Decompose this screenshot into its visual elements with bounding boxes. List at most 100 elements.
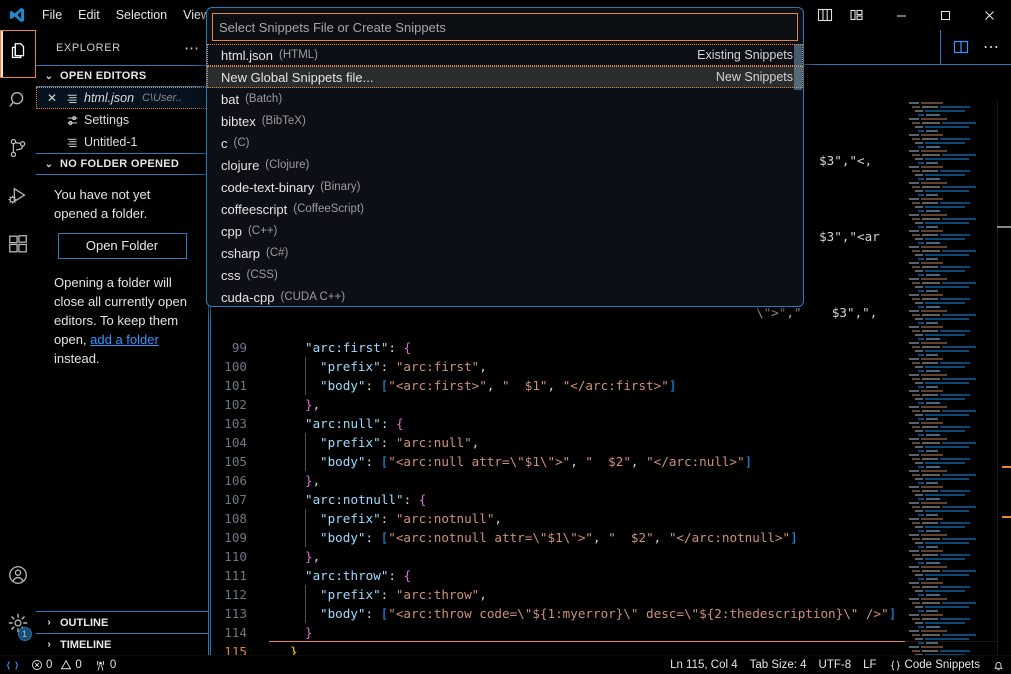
minimap-segment bbox=[909, 102, 919, 104]
minimap-segment bbox=[925, 110, 965, 112]
minimap-segment bbox=[922, 298, 938, 300]
quick-pick-list[interactable]: html.json (HTML) Existing Snippets New Glob… bbox=[207, 44, 803, 306]
close-button[interactable] bbox=[967, 0, 1011, 30]
ports-forwarded[interactable]: 0 bbox=[88, 656, 122, 674]
editor-cursor-position[interactable]: Ln 115, Col 4 bbox=[664, 656, 744, 674]
code-line: 101 "body": ["<arc:first>", " $1", "</arc… bbox=[211, 376, 1011, 395]
quick-pick-item-label: c bbox=[221, 135, 228, 151]
indent-guide bbox=[275, 642, 290, 655]
sidebar-more-actions-icon[interactable]: ⋯ bbox=[184, 39, 200, 57]
indent-guide bbox=[290, 357, 305, 376]
minimap[interactable] bbox=[905, 102, 997, 655]
quick-pick-item[interactable]: cpp (C++) bbox=[207, 220, 803, 242]
warning-icon bbox=[60, 659, 72, 671]
add-a-folder-link[interactable]: add a folder bbox=[90, 332, 159, 347]
minimap-segment bbox=[926, 354, 938, 356]
quick-pick-item[interactable]: coffeescript (CoffeeScript) bbox=[207, 198, 803, 220]
indent-guide bbox=[290, 566, 305, 585]
open-editor-settings[interactable]: Settings bbox=[36, 109, 208, 131]
customize-layout-icon[interactable] bbox=[841, 2, 873, 28]
minimize-button[interactable] bbox=[879, 0, 923, 30]
activity-run-debug[interactable] bbox=[0, 174, 36, 222]
menu-file[interactable]: File bbox=[34, 0, 70, 30]
maximize-button[interactable] bbox=[923, 0, 967, 30]
quick-pick-item[interactable]: html.json (HTML) Existing Snippets bbox=[207, 44, 803, 66]
minimap-line bbox=[905, 234, 997, 237]
minimap-segment bbox=[915, 622, 923, 624]
quick-pick-item-group: New Snippets bbox=[715, 70, 793, 84]
language-mode-label: Code Snippets bbox=[904, 659, 980, 671]
minimap-segment bbox=[926, 530, 940, 532]
split-editor-right-button[interactable] bbox=[947, 33, 975, 61]
menu-edit[interactable]: Edit bbox=[70, 0, 108, 30]
quick-pick-item[interactable]: csharp (C#) bbox=[207, 242, 803, 264]
activity-accounts[interactable] bbox=[0, 553, 36, 601]
quick-pick-item[interactable]: bibtex (BibTeX) bbox=[207, 110, 803, 132]
activity-settings[interactable]: 1 bbox=[0, 601, 36, 649]
quick-pick-item[interactable]: cuda-cpp (CUDA C++) bbox=[207, 286, 803, 306]
minimap-segment bbox=[926, 578, 938, 580]
outline-label: OUTLINE bbox=[60, 616, 109, 629]
quick-pick-scrollbar[interactable] bbox=[794, 44, 802, 90]
minimap-segment bbox=[918, 322, 924, 324]
activity-search[interactable] bbox=[0, 78, 36, 126]
editor-language-mode[interactable]: Code Snippets bbox=[883, 656, 986, 674]
open-folder-button[interactable]: Open Folder bbox=[57, 233, 187, 259]
code-token: "</arc:first>" bbox=[562, 378, 669, 393]
toggle-secondary-sidebar-icon[interactable] bbox=[809, 2, 841, 28]
open-editor-html-json[interactable]: ✕ html.json C\User.. bbox=[36, 87, 208, 109]
minimap-line bbox=[905, 650, 997, 653]
activity-source-control[interactable] bbox=[0, 126, 36, 174]
timeline-section[interactable]: › TIMELINE bbox=[36, 633, 208, 655]
minimap-segment bbox=[925, 350, 969, 352]
minimap-line bbox=[905, 150, 997, 153]
minimap-segment bbox=[925, 318, 969, 320]
close-icon[interactable]: ✕ bbox=[44, 91, 60, 105]
menu-selection[interactable]: Selection bbox=[108, 0, 175, 30]
outline-section[interactable]: › OUTLINE bbox=[36, 611, 208, 633]
quick-pick-item[interactable]: clojure (Clojure) bbox=[207, 154, 803, 176]
overview-ruler[interactable] bbox=[997, 102, 1011, 655]
minimap-segment bbox=[922, 362, 938, 364]
quick-pick-item-label: bibtex bbox=[221, 113, 256, 129]
quick-pick-input[interactable] bbox=[212, 13, 798, 41]
quick-pick-item[interactable]: c (C) bbox=[207, 132, 803, 154]
activity-explorer[interactable] bbox=[0, 30, 36, 78]
minimap-segment bbox=[909, 374, 919, 376]
indent-guide bbox=[275, 376, 290, 395]
minimap-line bbox=[905, 610, 997, 613]
remote-window-indicator[interactable] bbox=[0, 656, 25, 674]
code-token: : bbox=[380, 511, 396, 526]
minimap-line bbox=[905, 458, 997, 461]
minimap-segment bbox=[909, 326, 919, 328]
editor-more-actions-button[interactable]: ⋯ bbox=[977, 33, 1005, 61]
code-line: 105 "body": ["<arc:null attr=\"$1\">", " … bbox=[211, 452, 1011, 471]
notifications-bell[interactable] bbox=[986, 656, 1011, 674]
minimap-segment bbox=[940, 362, 970, 364]
editor-indentation[interactable]: Tab Size: 4 bbox=[744, 656, 813, 674]
activity-extensions[interactable] bbox=[0, 222, 36, 270]
quick-pick-item[interactable]: New Global Snippets file... New Snippets bbox=[207, 66, 803, 88]
minimap-segment bbox=[921, 118, 947, 120]
minimap-segment bbox=[926, 514, 938, 516]
minimap-line bbox=[905, 594, 997, 597]
minimap-line bbox=[905, 322, 997, 325]
quick-pick-item[interactable]: bat (Batch) bbox=[207, 88, 803, 110]
minimap-line bbox=[905, 210, 997, 213]
editor-eol[interactable]: LF bbox=[857, 656, 882, 674]
problems-indicator[interactable]: 0 0 bbox=[25, 656, 88, 674]
no-folder-section-header[interactable]: ⌄ NO FOLDER OPENED bbox=[36, 153, 208, 175]
open-editors-section-header[interactable]: ⌄ OPEN EDITORS bbox=[36, 65, 208, 87]
indent-guide bbox=[275, 623, 290, 642]
minimap-segment bbox=[925, 206, 965, 208]
minimap-segment bbox=[921, 470, 947, 472]
editor-encoding[interactable]: UTF-8 bbox=[813, 656, 858, 674]
minimap-line bbox=[905, 238, 997, 241]
minimap-line bbox=[905, 282, 997, 285]
quick-pick-item[interactable]: code-text-binary (Binary) bbox=[207, 176, 803, 198]
quick-pick-item[interactable]: css (CSS) bbox=[207, 264, 803, 286]
open-editor-untitled-1[interactable]: Untitled-1 bbox=[36, 131, 208, 153]
code-token: : bbox=[388, 340, 404, 355]
minimap-segment bbox=[925, 542, 969, 544]
minimap-segment bbox=[942, 602, 976, 604]
